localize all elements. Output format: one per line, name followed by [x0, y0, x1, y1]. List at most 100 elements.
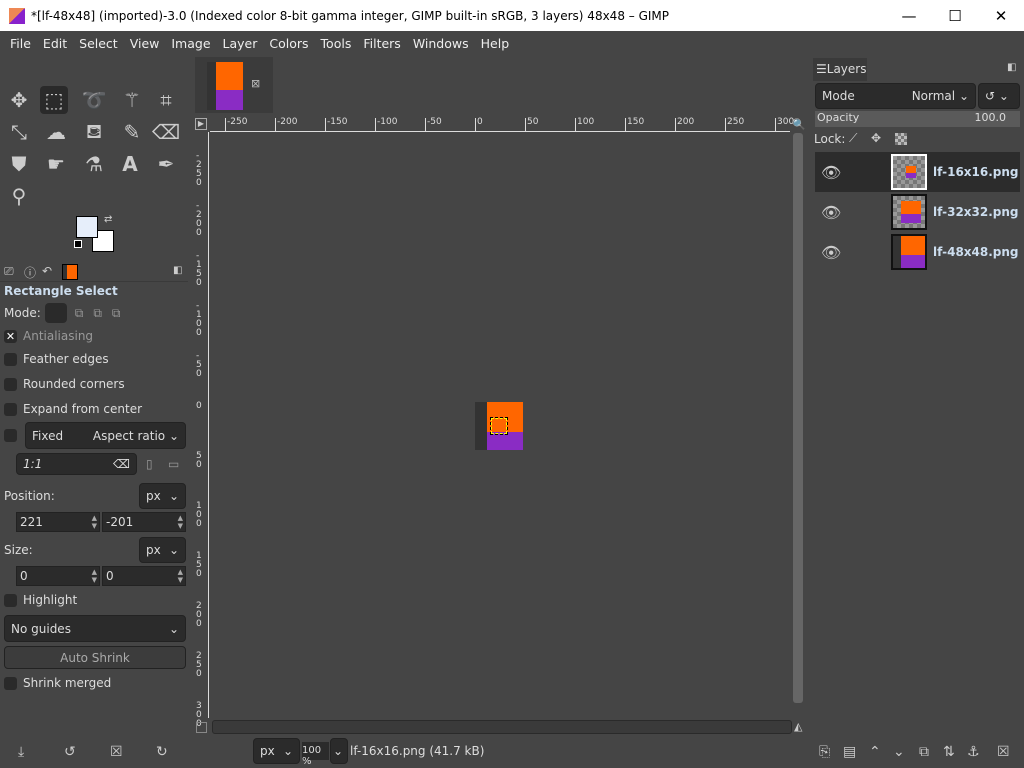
quick-mask-icon[interactable]: ▶ — [195, 118, 207, 130]
menu-filters[interactable]: Filters — [357, 36, 406, 51]
position-unit[interactable]: px ⌄ — [139, 483, 186, 509]
text-tool-icon[interactable]: A — [116, 150, 144, 178]
color-picker-icon[interactable]: ✒ — [152, 150, 180, 178]
mode-subtract-icon[interactable]: ⧉ — [93, 306, 102, 321]
restore-preset-icon[interactable]: ↺ — [64, 744, 76, 760]
navigate-icon[interactable] — [196, 722, 207, 733]
portrait-icon[interactable]: ▯ — [146, 457, 153, 471]
layer-name[interactable]: lf-16x16.png — [933, 165, 1019, 179]
crop-tool-icon[interactable]: ⌗ — [152, 86, 180, 114]
layer-mode-combo[interactable]: Mode Normal ⌄ — [815, 83, 976, 109]
delete-preset-icon[interactable]: ☒ — [110, 744, 123, 760]
vertical-scrollbar[interactable] — [791, 133, 805, 718]
lock-alpha-icon[interactable] — [895, 133, 907, 145]
highlight-checkbox[interactable]: Highlight — [4, 593, 77, 607]
zoom-dropdown[interactable]: ⌄ — [330, 738, 348, 764]
guides-combo[interactable]: No guides ⌄ — [4, 615, 186, 642]
tool-options-tab-icon[interactable]: ⎚ — [4, 264, 14, 279]
warp-tool-icon[interactable]: ☁ — [42, 118, 70, 146]
mode-intersect-icon[interactable]: ⧉ — [112, 306, 121, 321]
move-tool-icon[interactable]: ✥ — [5, 86, 33, 114]
eye-icon[interactable]: 👁 — [821, 163, 849, 182]
lower-layer-icon[interactable]: ⌄ — [893, 744, 905, 760]
paintbrush-icon[interactable]: ✎ — [118, 118, 146, 146]
mode-add-icon[interactable]: ⧉ — [75, 306, 84, 321]
dock-menu-icon[interactable]: ◧ — [1007, 62, 1016, 73]
ratio-input[interactable]: 1:1 ⌫ — [16, 453, 137, 475]
eye-icon[interactable]: 👁 — [821, 203, 849, 222]
unit-combo[interactable]: px ⌄ — [253, 738, 300, 764]
menu-image[interactable]: Image — [165, 36, 216, 51]
opacity-slider[interactable]: Opacity 100.0 — [815, 111, 1020, 127]
menu-file[interactable]: File — [4, 36, 37, 51]
shrink-merged-checkbox[interactable]: Shrink merged — [4, 676, 111, 690]
smudge-tool-icon[interactable]: ☛ — [42, 150, 70, 178]
dock-menu-icon[interactable]: ◧ — [173, 265, 182, 276]
lock-position-icon[interactable]: ✥ — [871, 131, 881, 145]
zoom-input[interactable]: 100 % — [302, 742, 329, 767]
selection-marquee[interactable] — [490, 417, 508, 435]
size-unit[interactable]: px ⌄ — [139, 537, 186, 563]
path-tool-icon[interactable]: ⚗ — [80, 150, 108, 178]
fuzzy-select-tool-icon[interactable]: ⚚ — [118, 86, 146, 114]
eraser-icon[interactable]: ⌫ — [152, 118, 180, 146]
default-colors-icon[interactable] — [74, 240, 82, 248]
expand-checkbox[interactable]: Expand from center — [4, 402, 142, 416]
close-button[interactable]: ✕ — [978, 0, 1024, 31]
bucket-fill-icon[interactable]: ⛾ — [80, 118, 108, 146]
mode-replace-icon[interactable] — [44, 303, 67, 323]
menu-edit[interactable]: Edit — [37, 36, 73, 51]
layer-row[interactable]: 👁 lf-48x48.png — [815, 232, 1020, 272]
size-h-input[interactable]: 0 ▲ ▼ — [102, 566, 186, 586]
zoom-tool-icon[interactable]: ⚲ — [5, 182, 33, 210]
foreground-color[interactable] — [76, 216, 98, 238]
layer-row[interactable]: 👁 lf-32x32.png — [815, 192, 1020, 232]
fixed-combo[interactable]: Fixed Aspect ratio ⌄ — [25, 422, 186, 449]
resize-icon[interactable]: ◭ — [794, 720, 802, 733]
clone-tool-icon[interactable]: ⛊ — [5, 150, 33, 178]
auto-shrink-button[interactable]: Auto Shrink — [4, 646, 186, 669]
new-layer-icon[interactable]: ⎘ — [819, 744, 830, 760]
device-status-tab-icon[interactable]: ⓘ — [24, 264, 36, 281]
merge-layer-icon[interactable]: ⇅ — [943, 744, 955, 760]
eye-icon[interactable]: 👁 — [821, 243, 849, 262]
menu-colors[interactable]: Colors — [263, 36, 314, 51]
transform-tool-icon[interactable]: ⤡ — [5, 118, 33, 146]
anchor-layer-icon[interactable]: ⚓ — [967, 744, 980, 760]
swap-colors-icon[interactable]: ⇄ — [104, 214, 112, 225]
layer-row[interactable]: 👁 lf-16x16.png — [815, 152, 1020, 192]
menu-tools[interactable]: Tools — [315, 36, 358, 51]
landscape-icon[interactable]: ▭ — [168, 457, 179, 471]
undo-history-tab-icon[interactable]: ↶ — [42, 264, 52, 278]
zoom-nav-icon[interactable]: 🔍 — [792, 118, 806, 131]
close-image-icon[interactable]: ⊠ — [251, 77, 260, 90]
images-tab-icon[interactable] — [62, 264, 78, 280]
image-tab[interactable]: ⊠ — [195, 57, 273, 113]
feather-checkbox[interactable]: Feather edges — [4, 352, 109, 366]
clear-icon[interactable]: ⌫ — [113, 457, 130, 471]
maximize-button[interactable]: ☐ — [932, 0, 978, 31]
menu-help[interactable]: Help — [475, 36, 516, 51]
position-x-input[interactable]: 221 ▲ ▼ — [16, 512, 100, 532]
menu-view[interactable]: View — [124, 36, 166, 51]
delete-layer-icon[interactable]: ☒ — [997, 744, 1010, 760]
lasso-tool-icon[interactable]: ➰ — [80, 86, 108, 114]
reset-icon[interactable]: ↻ — [156, 744, 168, 760]
size-w-input[interactable]: 0 ▲ ▼ — [16, 566, 100, 586]
layer-name[interactable]: lf-32x32.png — [933, 205, 1019, 219]
minimize-button[interactable]: — — [886, 0, 932, 31]
antialiasing-checkbox[interactable]: ✕ Antialiasing — [4, 329, 93, 343]
position-y-input[interactable]: -201 ▲ ▼ — [102, 512, 186, 532]
layer-name[interactable]: lf-48x48.png — [933, 245, 1019, 259]
fixed-checkbox[interactable] — [4, 429, 23, 442]
horizontal-scrollbar[interactable] — [212, 720, 792, 734]
duplicate-layer-icon[interactable]: ⧉ — [919, 744, 929, 760]
new-group-icon[interactable]: ▤ — [843, 744, 856, 760]
menu-windows[interactable]: Windows — [407, 36, 475, 51]
raise-layer-icon[interactable]: ⌃ — [869, 744, 881, 760]
lock-pixels-icon[interactable]: ⟋ — [849, 131, 857, 146]
composite-mode-combo[interactable]: ↺ ⌄ — [978, 83, 1020, 109]
rect-select-tool-icon[interactable]: ⬚ — [40, 86, 68, 114]
save-preset-icon[interactable]: ⤓ — [18, 744, 24, 760]
menu-select[interactable]: Select — [73, 36, 124, 51]
